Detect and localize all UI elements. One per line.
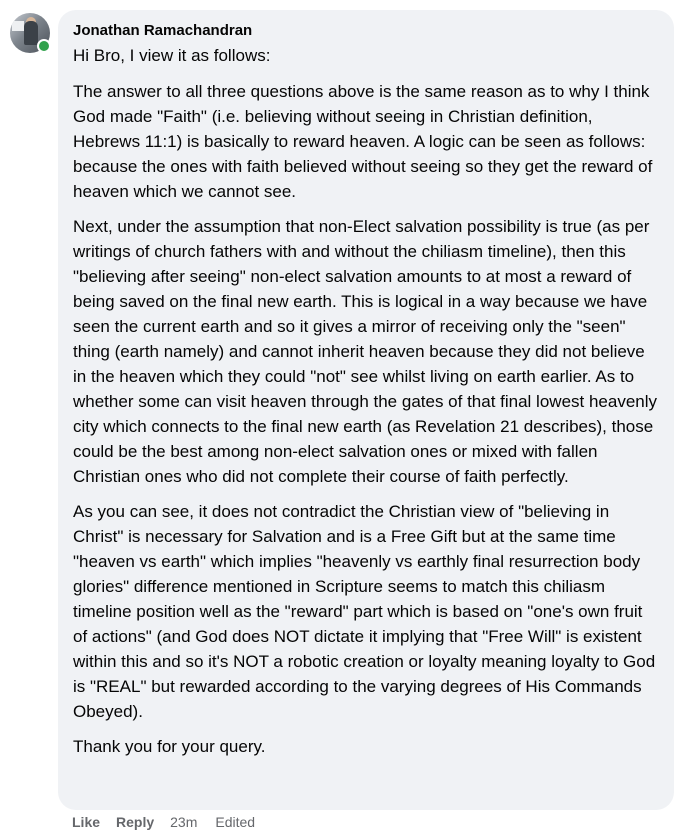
reply-button[interactable]: Reply bbox=[116, 813, 154, 831]
avatar-sign-graphic bbox=[12, 21, 24, 31]
comment-author[interactable]: Jonathan Ramachandran bbox=[73, 22, 660, 40]
comment-bubble: Jonathan Ramachandran Hi Bro, I view it … bbox=[58, 10, 674, 810]
comment-paragraph: Hi Bro, I view it as follows: bbox=[73, 46, 271, 65]
comment-timestamp[interactable]: 23m bbox=[170, 813, 197, 831]
avatar-figure-graphic bbox=[24, 21, 38, 45]
comment-paragraph: As you can see, it does not contradict t… bbox=[73, 502, 656, 721]
online-status-icon bbox=[37, 39, 51, 53]
comment-paragraph: Thank you for your query. bbox=[73, 737, 266, 756]
comment-actions: Like Reply 23m Edited bbox=[72, 813, 255, 831]
edited-label[interactable]: Edited bbox=[215, 813, 255, 831]
comment-paragraph: The answer to all three questions above … bbox=[73, 82, 653, 201]
like-button[interactable]: Like bbox=[72, 813, 100, 831]
comment-paragraph: Next, under the assumption that non-Elec… bbox=[73, 217, 658, 486]
